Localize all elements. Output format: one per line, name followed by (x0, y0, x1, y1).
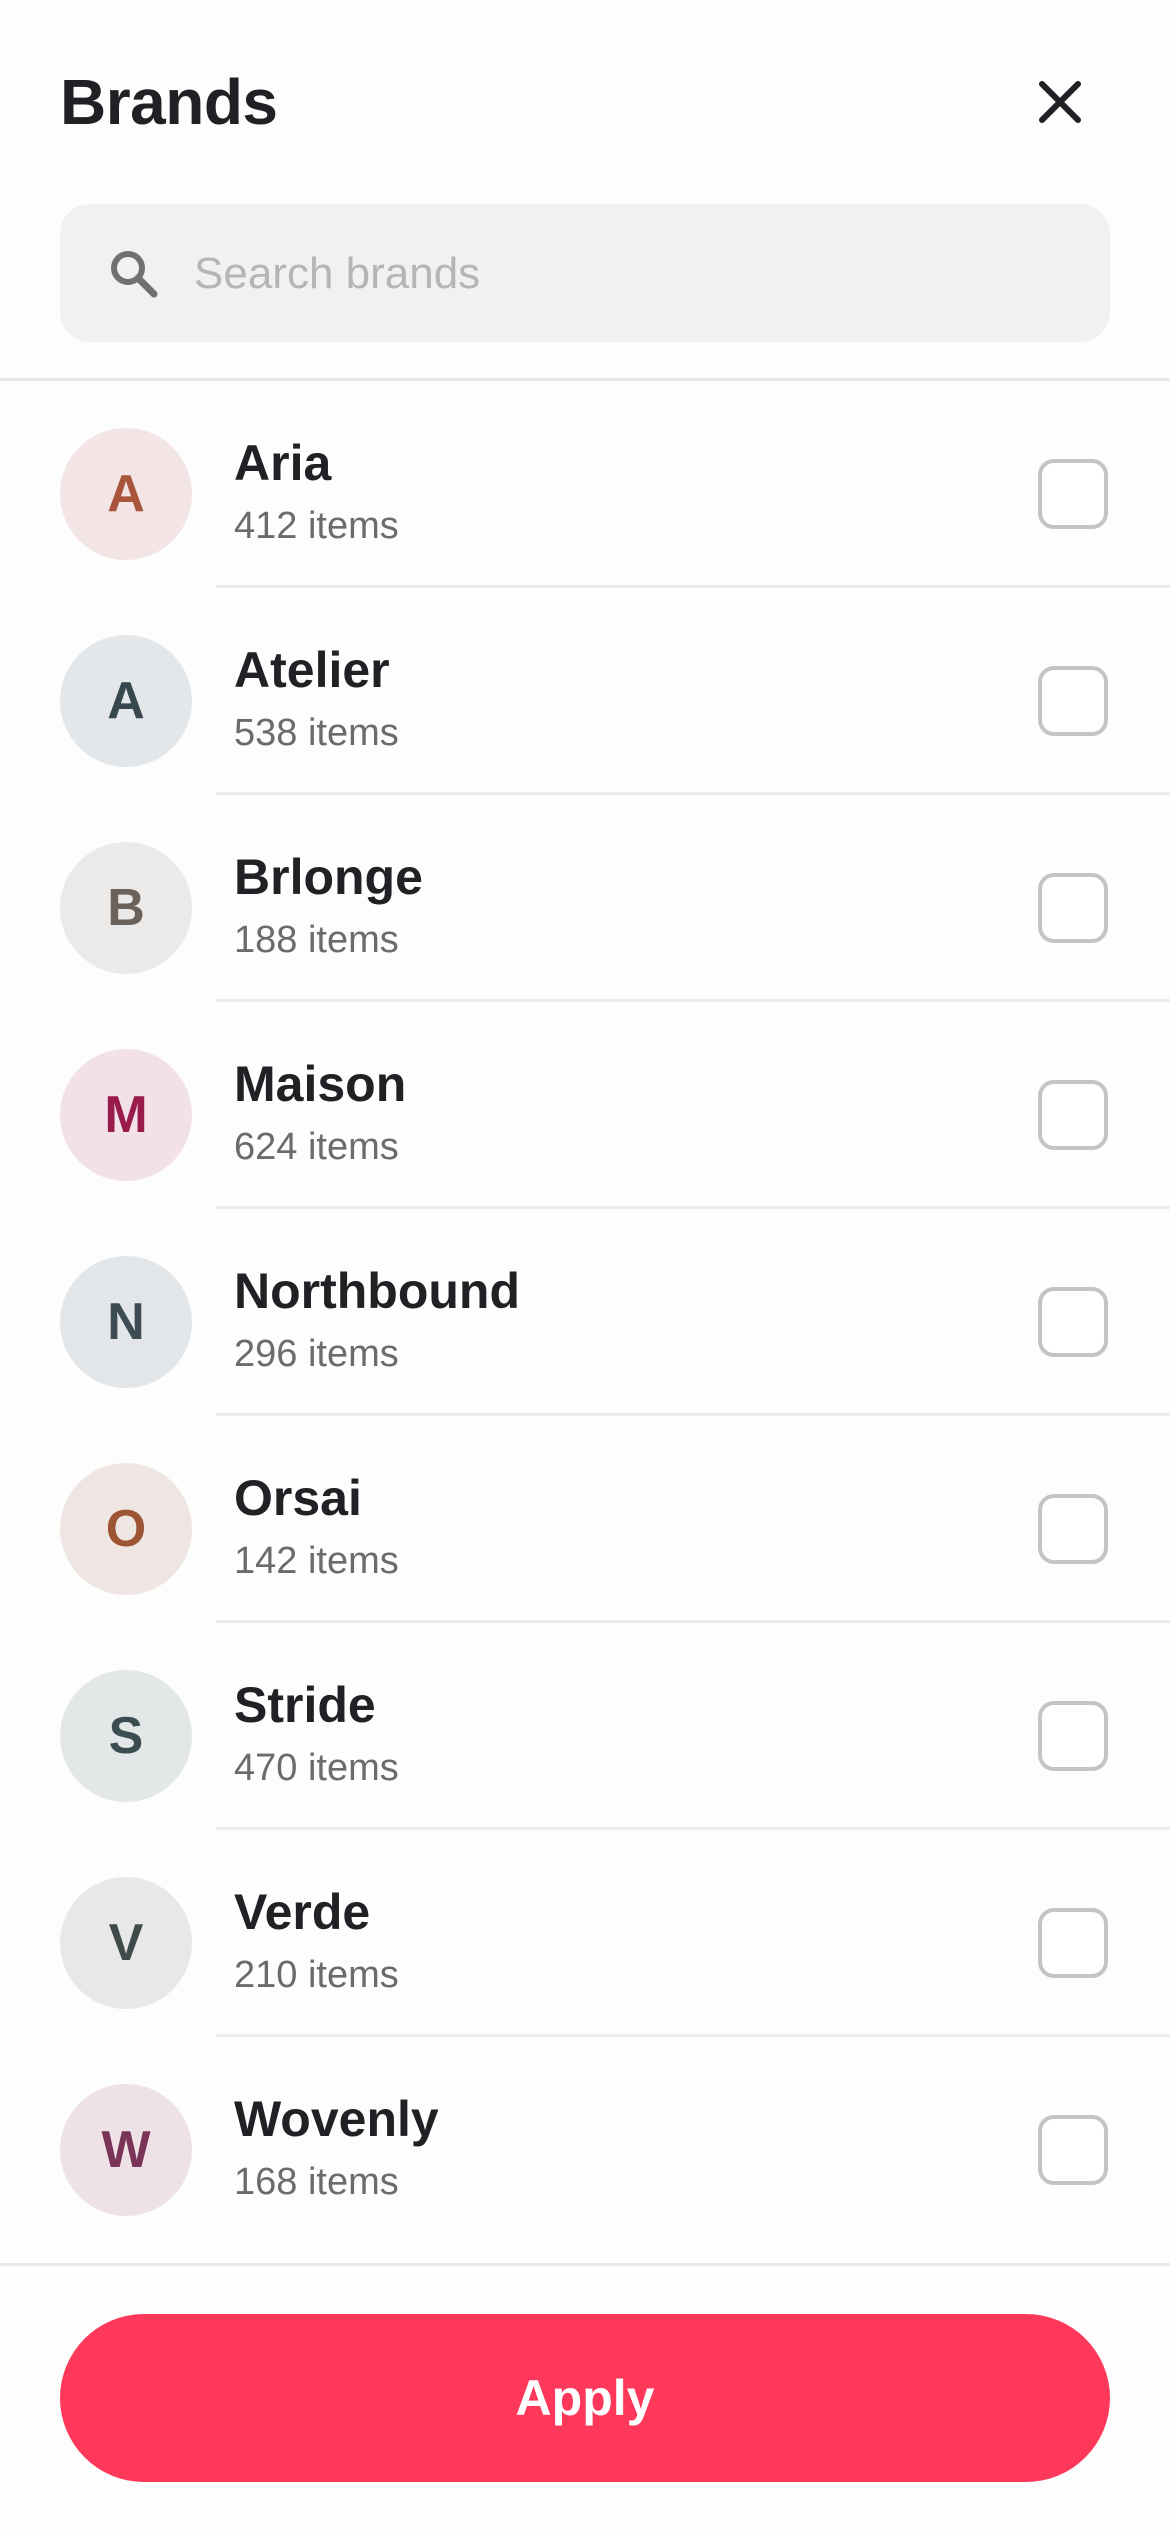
brand-avatar: A (60, 428, 192, 560)
brand-avatar: A (60, 635, 192, 767)
brand-item-count: 168 items (234, 2161, 399, 2203)
brand-item-count: 412 items (234, 505, 399, 547)
brands-sheet: Brands A Aria 412 items A Atelier (0, 0, 1170, 2532)
brand-row-orsai[interactable]: O Orsai 142 items (0, 1416, 1170, 1623)
brand-checkbox[interactable] (1038, 1908, 1108, 1978)
brand-row-aria[interactable]: A Aria 412 items (0, 381, 1170, 588)
brand-checkbox[interactable] (1038, 1080, 1108, 1150)
close-button[interactable] (1020, 62, 1100, 142)
brand-row-verde[interactable]: V Verde 210 items (0, 1830, 1170, 2037)
brand-row-northbound[interactable]: N Northbound 296 items (0, 1209, 1170, 1416)
brand-name: Orsai (234, 1470, 362, 1526)
brand-name: Northbound (234, 1263, 521, 1319)
brand-name: Aria (234, 435, 332, 491)
brand-list: A Aria 412 items A Atelier 538 items B B… (0, 381, 1170, 2244)
search-input[interactable] (192, 228, 1076, 320)
brand-item-count: 624 items (234, 1126, 399, 1168)
brand-checkbox[interactable] (1038, 1287, 1108, 1357)
brand-item-count: 470 items (234, 1747, 399, 1789)
brand-item-count: 538 items (234, 712, 399, 754)
brand-checkbox[interactable] (1038, 666, 1108, 736)
brand-row-atelier[interactable]: A Atelier 538 items (0, 588, 1170, 795)
brand-name: Atelier (234, 642, 390, 698)
brand-avatar: B (60, 842, 192, 974)
brand-checkbox[interactable] (1038, 459, 1108, 529)
brand-item-count: 210 items (234, 1954, 399, 1996)
close-icon (1039, 81, 1081, 123)
brand-row-stride[interactable]: S Stride 470 items (0, 1623, 1170, 1830)
brand-checkbox[interactable] (1038, 2115, 1108, 2185)
brand-item-count: 296 items (234, 1333, 399, 1375)
apply-button[interactable]: Apply (60, 2314, 1110, 2482)
search-icon (111, 251, 158, 298)
brand-avatar: V (60, 1877, 192, 2009)
page-title: Brands (60, 66, 278, 138)
brand-row-brlonge[interactable]: B Brlonge 188 items (0, 795, 1170, 1002)
search-bar[interactable] (60, 204, 1110, 342)
brand-name: Stride (234, 1677, 376, 1733)
brand-row-wovenly[interactable]: W Wovenly 168 items (0, 2037, 1170, 2244)
brand-name: Brlonge (234, 849, 423, 905)
brand-row-maison[interactable]: M Maison 624 items (0, 1002, 1170, 1209)
brand-avatar: N (60, 1256, 192, 1388)
header: Brands (0, 0, 1170, 380)
footer-divider (0, 2263, 1170, 2266)
brand-avatar: M (60, 1049, 192, 1181)
brand-item-count: 142 items (234, 1540, 399, 1582)
brand-checkbox[interactable] (1038, 1494, 1108, 1564)
brand-item-count: 188 items (234, 919, 399, 961)
brand-checkbox[interactable] (1038, 873, 1108, 943)
brand-name: Wovenly (234, 2091, 439, 2147)
brand-avatar: S (60, 1670, 192, 1802)
brand-avatar: O (60, 1463, 192, 1595)
brand-checkbox[interactable] (1038, 1701, 1108, 1771)
brand-name: Maison (234, 1056, 407, 1112)
brand-avatar: W (60, 2084, 192, 2216)
brand-name: Verde (234, 1884, 371, 1940)
